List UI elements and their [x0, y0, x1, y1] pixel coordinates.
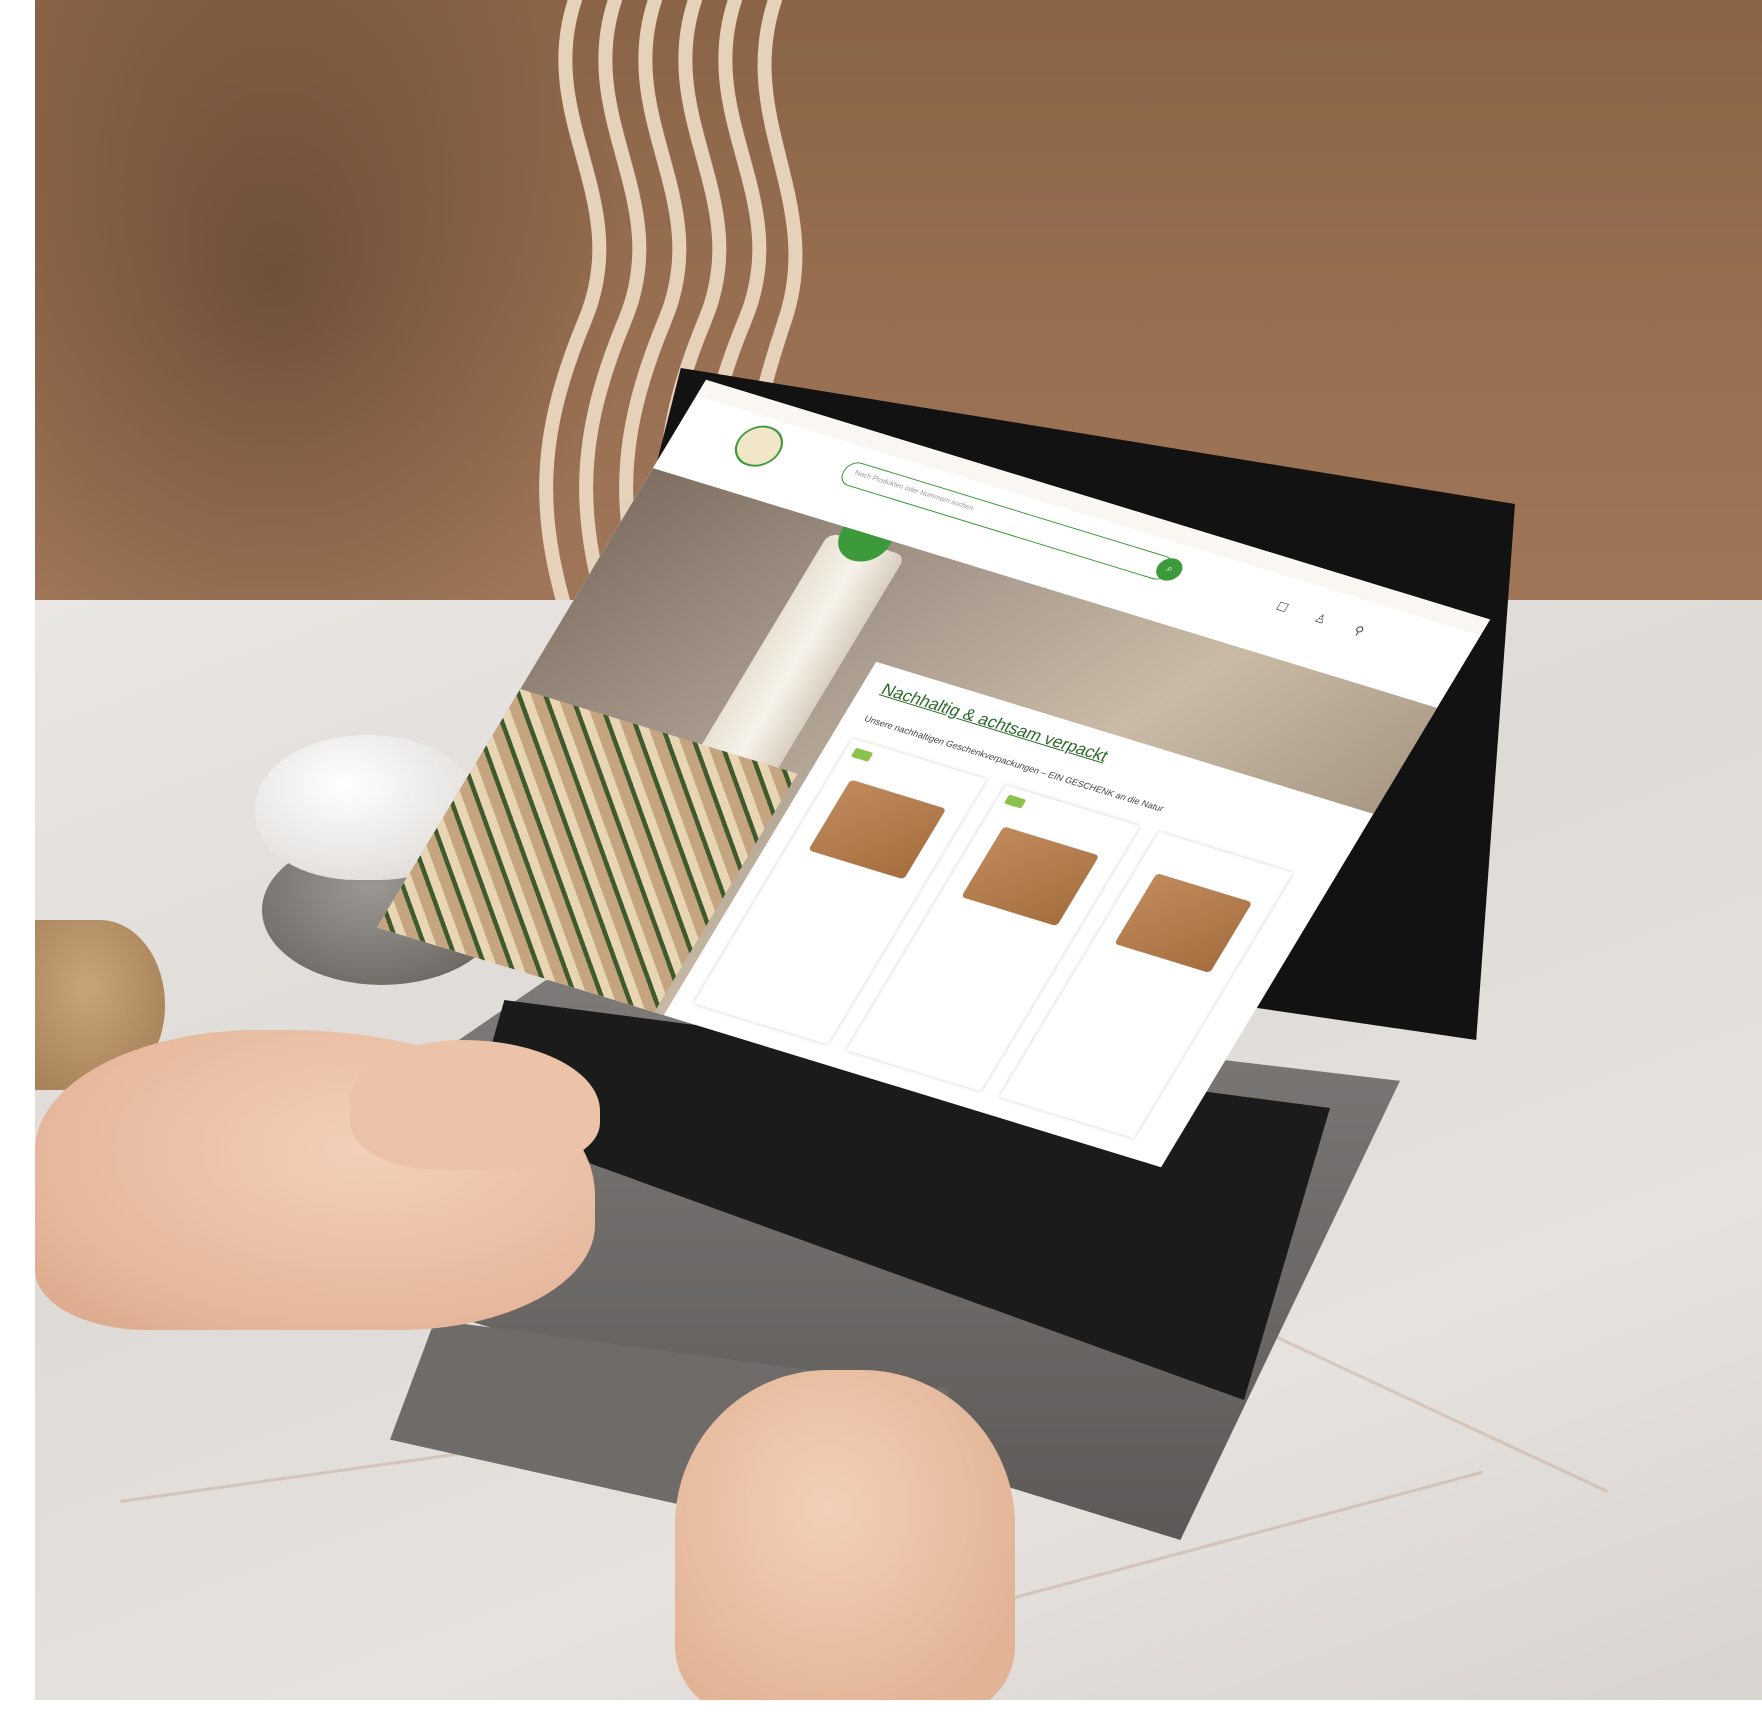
logo-badge — [726, 420, 792, 472]
right-hand — [675, 1370, 1015, 1714]
image-border — [0, 0, 35, 1714]
product-image — [1114, 873, 1253, 973]
eco-badge — [1003, 794, 1027, 809]
cart-icon[interactable]: ⚲ — [1336, 619, 1382, 643]
photo-scene: Nach Produkten oder Nummern suchen ⌕ ☐ ♙… — [0, 0, 1762, 1714]
image-border — [0, 1700, 1762, 1714]
product-image — [961, 826, 1100, 927]
search-placeholder: Nach Produkten oder Nummern suchen — [853, 469, 975, 513]
eco-badge — [850, 747, 874, 762]
product-image — [808, 779, 947, 880]
